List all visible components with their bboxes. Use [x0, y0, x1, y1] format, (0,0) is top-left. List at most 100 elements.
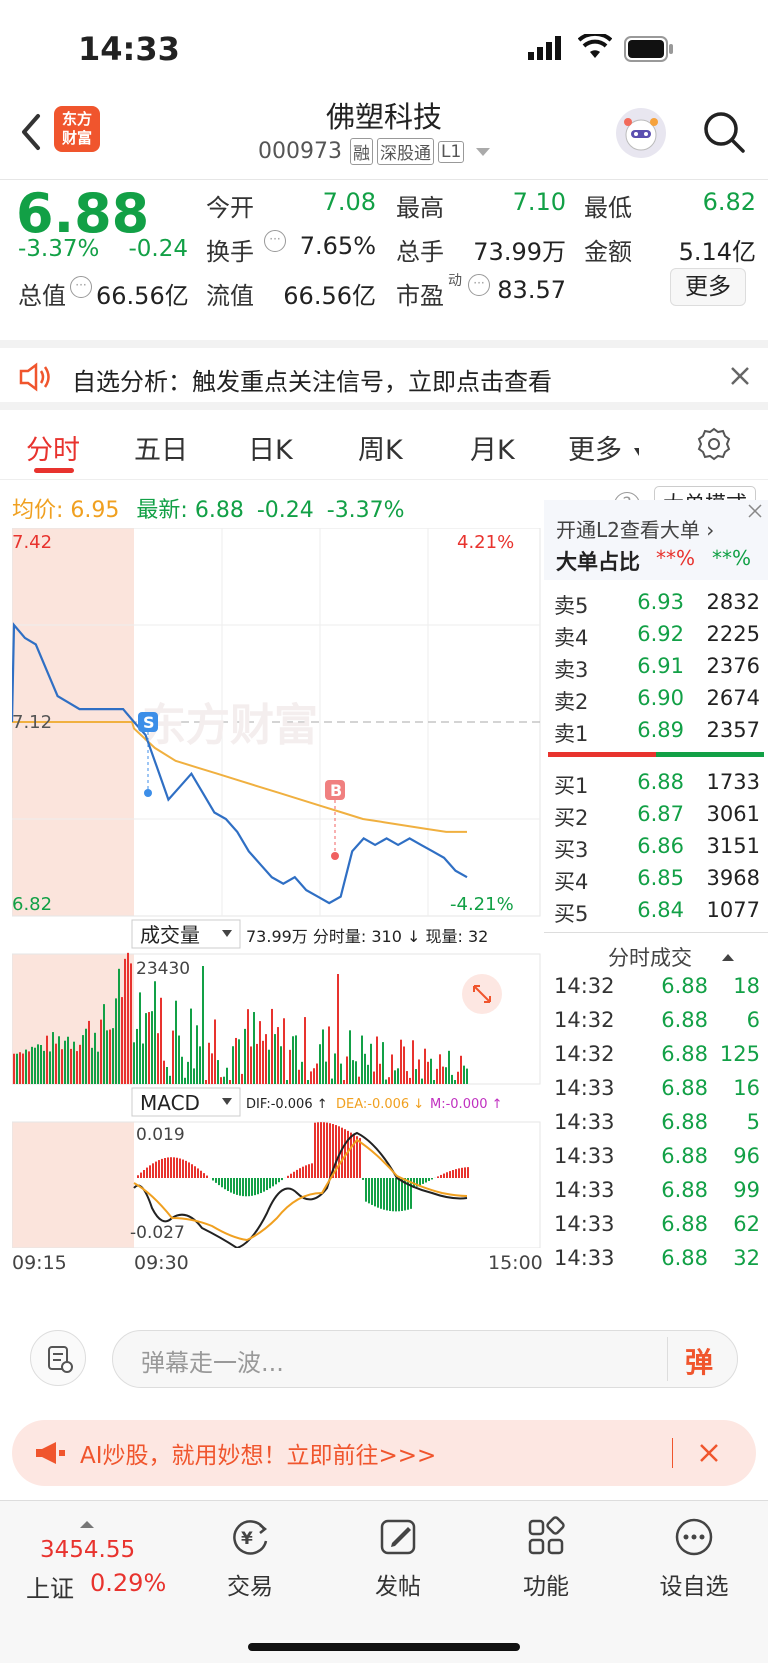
- ask3-volume: 2376: [706, 654, 760, 678]
- low-value: 6.82: [702, 188, 756, 216]
- nav-add-watchlist[interactable]: 设自选: [634, 1515, 754, 1601]
- latest-value: 6.88: [194, 498, 244, 523]
- promo-banner[interactable]: AI炒股，就用妙想！立即前往>>>: [12, 1420, 756, 1486]
- nav-trade[interactable]: ¥ 交易: [190, 1515, 310, 1601]
- index-ticker[interactable]: 3454.55 上证 0.29%: [0, 1501, 180, 1611]
- macd-bar: [194, 1166, 196, 1178]
- pct-low-label: -4.21%: [450, 894, 514, 915]
- search-icon[interactable]: [702, 110, 746, 158]
- bid5-label: 买5: [554, 902, 589, 926]
- volume-bar: [286, 1080, 288, 1084]
- tab-daily-k[interactable]: 日K: [248, 428, 293, 467]
- tab-monthly-k[interactable]: 月K: [470, 428, 515, 467]
- volume-bar: [166, 1066, 168, 1084]
- ticks-title[interactable]: 分时成交: [608, 942, 692, 972]
- macd-bar: [206, 1175, 208, 1178]
- l2-close-icon[interactable]: [746, 502, 764, 524]
- volume-bar: [130, 963, 132, 1084]
- more-button[interactable]: 更多: [670, 268, 746, 306]
- alert-text: 自选分析：触发重点关注信号，立即点击查看: [72, 368, 552, 396]
- bid3-volume: 3151: [706, 834, 760, 858]
- volume-bar: [325, 1061, 327, 1084]
- tab-five-day[interactable]: 五日: [134, 428, 188, 467]
- volume-bar: [460, 1055, 462, 1084]
- float-cap-label: 流值: [206, 282, 254, 310]
- macd-bar: [374, 1178, 376, 1207]
- macd-bar: [386, 1178, 388, 1211]
- volume-bar: [199, 1046, 201, 1084]
- settings-gear-icon[interactable]: [696, 426, 732, 466]
- macd-bar: [188, 1162, 190, 1178]
- notes-icon[interactable]: [30, 1330, 86, 1386]
- macd-bar: [257, 1178, 259, 1195]
- macd-bar: [143, 1170, 145, 1178]
- dropdown-icon[interactable]: [476, 147, 491, 156]
- ask1-label: 卖1: [554, 722, 589, 746]
- danmu-button[interactable]: 弹: [685, 1341, 713, 1381]
- macd-bar: [377, 1178, 379, 1208]
- tick-volume: 16: [733, 1076, 760, 1100]
- nav-functions[interactable]: 功能: [486, 1515, 606, 1601]
- close-icon[interactable]: [728, 364, 752, 392]
- alert-bar[interactable]: 自选分析：触发重点关注信号，立即点击查看: [0, 340, 768, 410]
- macd-bar: [233, 1178, 235, 1194]
- volume-bar: [283, 1018, 285, 1084]
- turnover-value: 7.65%: [299, 232, 376, 260]
- volume-bar: [103, 1004, 105, 1084]
- promo-close-icon[interactable]: [698, 1442, 720, 1468]
- index-pct: 0.29%: [90, 1569, 167, 1597]
- big-order-ratio-label: 大单占比: [556, 550, 640, 574]
- macd-bar: [341, 1127, 343, 1178]
- svg-text:¥: ¥: [241, 1529, 253, 1549]
- volume-selector[interactable]: 成交量: [131, 919, 241, 949]
- tick-volume: 5: [746, 1110, 760, 1134]
- volume-bar: [175, 1000, 177, 1084]
- y-low-label: 6.82: [12, 894, 52, 915]
- tick-time: 14:33: [554, 1178, 615, 1202]
- l2-text[interactable]: 开通L2查看大单 ›: [556, 514, 714, 543]
- tick-volume: 32: [733, 1246, 760, 1270]
- ask4-label: 卖4: [554, 626, 589, 650]
- volume-bar: [373, 1071, 375, 1084]
- volume-bar: [112, 1028, 114, 1084]
- volume-bar: [136, 1028, 138, 1084]
- price-chart-svg[interactable]: 东方财富 S B 7.42 7.12 6.82 4.21% -4.21% 成交量…: [12, 528, 542, 1248]
- macd-bar: [392, 1178, 394, 1212]
- volume-bar: [142, 1043, 144, 1084]
- robot-avatar-icon[interactable]: [616, 108, 666, 158]
- ask2-label: 卖2: [554, 690, 589, 714]
- quote-panel: 6.88 -3.37% -0.24 总值 ··· 66.56亿 今开 7.08 …: [0, 182, 768, 338]
- volume-bar: [34, 1047, 36, 1084]
- volume-bar: [328, 1026, 330, 1084]
- info-icon[interactable]: ···: [70, 276, 92, 298]
- sell-marker[interactable]: S: [138, 712, 158, 797]
- macd-bar: [368, 1178, 370, 1204]
- macd-bar: [161, 1158, 163, 1178]
- volume-bar: [454, 1080, 456, 1084]
- nav-post[interactable]: 发帖: [338, 1515, 458, 1601]
- home-indicator: [248, 1643, 520, 1651]
- volume-bar: [310, 1071, 312, 1084]
- macd-bar: [251, 1178, 253, 1196]
- expand-icon[interactable]: [462, 974, 502, 1014]
- ask5-volume: 2832: [706, 590, 760, 614]
- nav-trade-label: 交易: [227, 1574, 273, 1600]
- danmu-input[interactable]: 弹幕走一波... 弹: [112, 1330, 738, 1388]
- ticks-sort-icon[interactable]: [722, 954, 734, 961]
- tab-more[interactable]: 更多: [568, 428, 622, 467]
- tick-time: 14:32: [554, 1008, 615, 1032]
- macd-bar: [452, 1170, 454, 1178]
- volume-bar: [349, 1030, 351, 1084]
- tick-time: 14:33: [554, 1110, 615, 1134]
- volume-bar: [262, 1040, 264, 1084]
- tab-intraday[interactable]: 分时: [26, 428, 80, 467]
- macd-bar: [398, 1178, 400, 1212]
- nav-add-watchlist-label: 设自选: [659, 1574, 729, 1600]
- tick-time: 14:33: [554, 1144, 615, 1168]
- bid3-price: 6.86: [637, 834, 684, 858]
- volume-bar: [223, 1076, 225, 1084]
- volume-bar: [115, 998, 117, 1084]
- buy-marker[interactable]: B: [325, 780, 345, 860]
- macd-selector[interactable]: MACD: [131, 1087, 241, 1117]
- tab-weekly-k[interactable]: 周K: [358, 428, 403, 467]
